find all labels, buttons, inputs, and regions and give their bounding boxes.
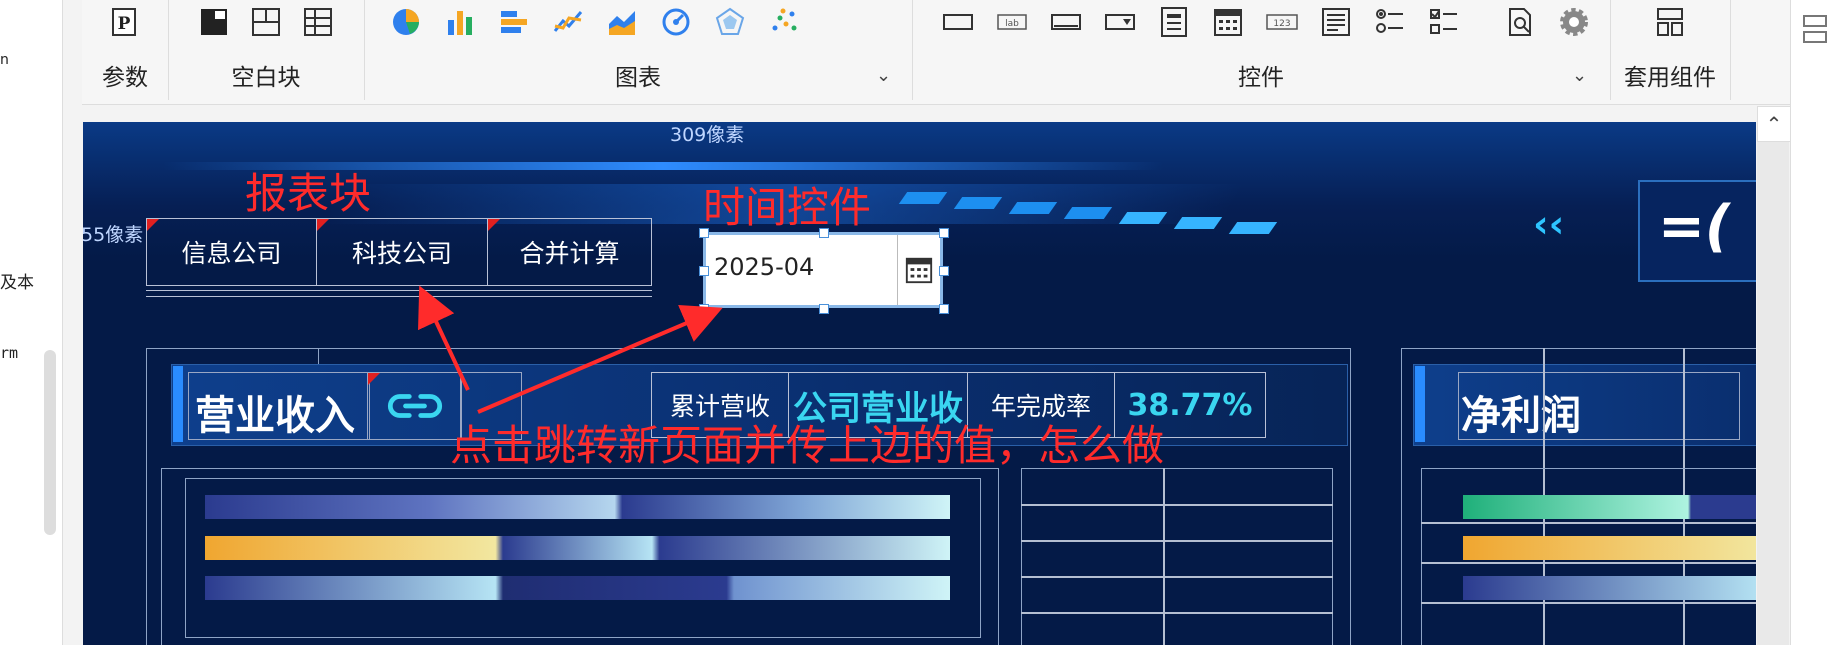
toolbar-group-label: 空白块 (231, 65, 301, 91)
annotation-arrow (477, 305, 723, 414)
split-block-icon[interactable] (248, 4, 284, 40)
chevron-down-icon[interactable]: ⌄ (1572, 65, 1587, 86)
scroll-up-button[interactable]: ⌃ (1757, 106, 1791, 142)
area-chart-icon[interactable] (604, 4, 640, 40)
svg-text:lab: lab (1005, 19, 1019, 29)
toolbar-group-label: 套用组件 (1624, 65, 1716, 91)
left-panel-scrollbar[interactable] (44, 350, 56, 535)
svg-text:123: 123 (1273, 19, 1290, 29)
settings-icon[interactable] (1556, 4, 1592, 40)
toolbar-group-charts: 图表 ⌄ (364, 0, 913, 100)
radar-chart-icon[interactable] (712, 4, 748, 40)
annotation-question: 点击跳转新页面并传上边的值，怎么做 (450, 421, 1165, 470)
number-icon[interactable]: 123 (1264, 4, 1300, 40)
dropdown-icon[interactable] (1102, 4, 1138, 40)
label-icon[interactable]: lab (994, 4, 1030, 40)
left-panel: n 及本 rm (0, 0, 63, 645)
blank-block-icon[interactable] (196, 4, 232, 40)
toolbar-group-params: P 参数 (82, 0, 169, 100)
left-panel-fragment: 及本 (0, 273, 34, 293)
gauge-chart-icon[interactable] (658, 4, 694, 40)
toolbar-group-blank: 空白块 (168, 0, 365, 100)
layout-icon[interactable] (1801, 12, 1829, 48)
toolbar-group-widgets: lab 123 控件 ⌄ (912, 0, 1611, 100)
toolbar-group-suite: 套用组件 (1610, 0, 1731, 100)
layout-icon[interactable] (1652, 4, 1688, 40)
annotation-arrow (418, 285, 470, 391)
right-side-panel (1790, 0, 1839, 645)
text-area-icon[interactable] (1318, 4, 1354, 40)
line-chart-icon[interactable] (550, 4, 586, 40)
toolbar-group-label: 控件 (1238, 65, 1284, 91)
param-icon[interactable]: P (106, 4, 142, 40)
checkbox-group-icon[interactable] (1426, 4, 1462, 40)
svg-text:P: P (118, 14, 131, 34)
vertical-scrollbar[interactable] (1757, 142, 1789, 645)
horizontal-bar-icon[interactable] (496, 4, 532, 40)
left-panel-fragment: rm (0, 344, 19, 362)
table-block-icon[interactable] (300, 4, 336, 40)
date-icon[interactable] (1210, 4, 1246, 40)
scatter-chart-icon[interactable] (766, 4, 802, 40)
pie-chart-icon[interactable] (388, 4, 424, 40)
dropdown-tree-icon[interactable] (1156, 4, 1192, 40)
toolbar-group-label: 参数 (102, 65, 148, 91)
search-icon[interactable] (1502, 4, 1538, 40)
radio-group-icon[interactable] (1372, 4, 1408, 40)
component-toolbar: P 参数 空白块 图表 ⌄ lab 123 控件 ⌄ 套用组件 (82, 0, 1790, 105)
left-panel-fragment: n (0, 52, 9, 68)
button-icon[interactable] (1048, 4, 1084, 40)
bar-chart-icon[interactable] (442, 4, 478, 40)
chevron-down-icon[interactable]: ⌄ (876, 65, 891, 86)
toolbar-group-label: 图表 (615, 65, 661, 91)
text-box-icon[interactable] (940, 4, 976, 40)
report-canvas[interactable]: ‹‹ =( 309像素 55像素 信息公司 科技公司 合并计算 2025-04 … (83, 122, 1756, 645)
annotation-report-block: 报表块 (245, 169, 372, 218)
annotation-time-control: 时间控件 (703, 183, 872, 232)
